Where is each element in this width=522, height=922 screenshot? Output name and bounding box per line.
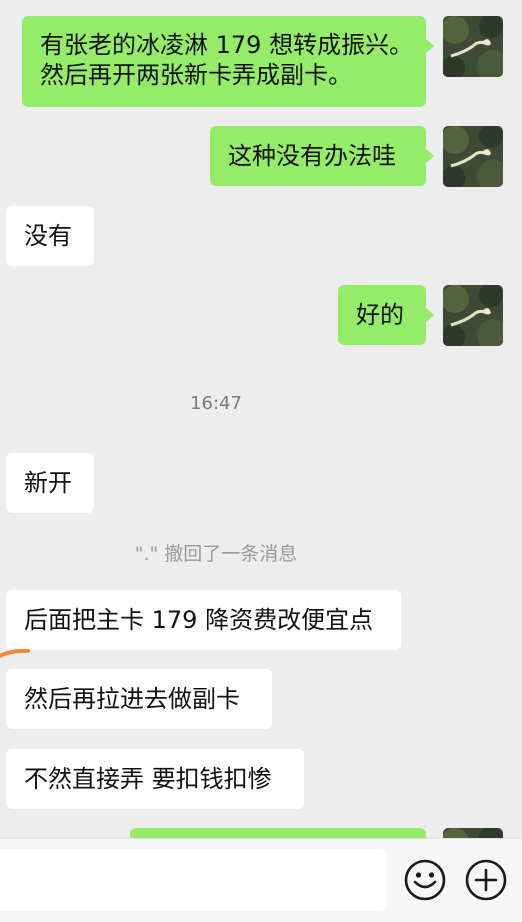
user-avatar[interactable]	[443, 285, 503, 346]
outgoing-message-bubble[interactable]: 有张老的冰凌淋 179 想转成振兴。 然后再开两张新卡弄成副卡。	[22, 16, 434, 107]
outgoing-message-bubble[interactable]: 这种没有办法哇	[210, 126, 434, 186]
smiley-face-icon[interactable]	[403, 858, 447, 902]
message-text: 好的	[356, 301, 404, 329]
chat-message-list[interactable]: 有张老的冰凌淋 179 想转成振兴。 然后再开两张新卡弄成副卡。 这种没有办法哇	[0, 0, 522, 838]
message-text-line: 有张老的冰凌淋 179 想转成振兴。	[40, 31, 414, 59]
user-avatar[interactable]	[443, 16, 503, 77]
incoming-message-bubble[interactable]: 新开	[6, 453, 94, 513]
swipe-mark-decoration	[0, 648, 30, 659]
message-text: 不然直接弄 要扣钱扣惨	[24, 765, 272, 793]
message-text: 这种没有办法哇	[228, 142, 396, 170]
incoming-message-bubble[interactable]: 后面把主卡 179 降资费改便宜点	[6, 590, 401, 650]
message-text: 然后再拉进去做副卡	[24, 685, 240, 713]
incoming-message-bubble[interactable]: 不然直接弄 要扣钱扣惨	[6, 749, 304, 809]
outgoing-message-bubble[interactable]: 好的	[338, 285, 434, 345]
incoming-message-bubble[interactable]: 没有	[6, 206, 94, 266]
user-avatar[interactable]	[443, 126, 503, 187]
plus-circle-icon[interactable]	[464, 858, 508, 902]
user-avatar[interactable]	[443, 828, 503, 838]
message-text: 后面把主卡 179 降资费改便宜点	[24, 606, 374, 634]
message-text: 新开	[24, 469, 72, 497]
message-input-bar	[0, 838, 522, 922]
incoming-message-bubble[interactable]: 然后再拉进去做副卡	[6, 669, 272, 729]
outgoing-message-bubble[interactable]	[130, 828, 426, 838]
message-recalled-notice: "." 撤回了一条消息	[134, 543, 298, 565]
message-text-line: 然后再开两张新卡弄成副卡。	[40, 61, 352, 89]
message-text: 没有	[24, 222, 72, 250]
timestamp-label: 16:47	[190, 393, 242, 414]
message-text-input[interactable]	[0, 849, 387, 911]
